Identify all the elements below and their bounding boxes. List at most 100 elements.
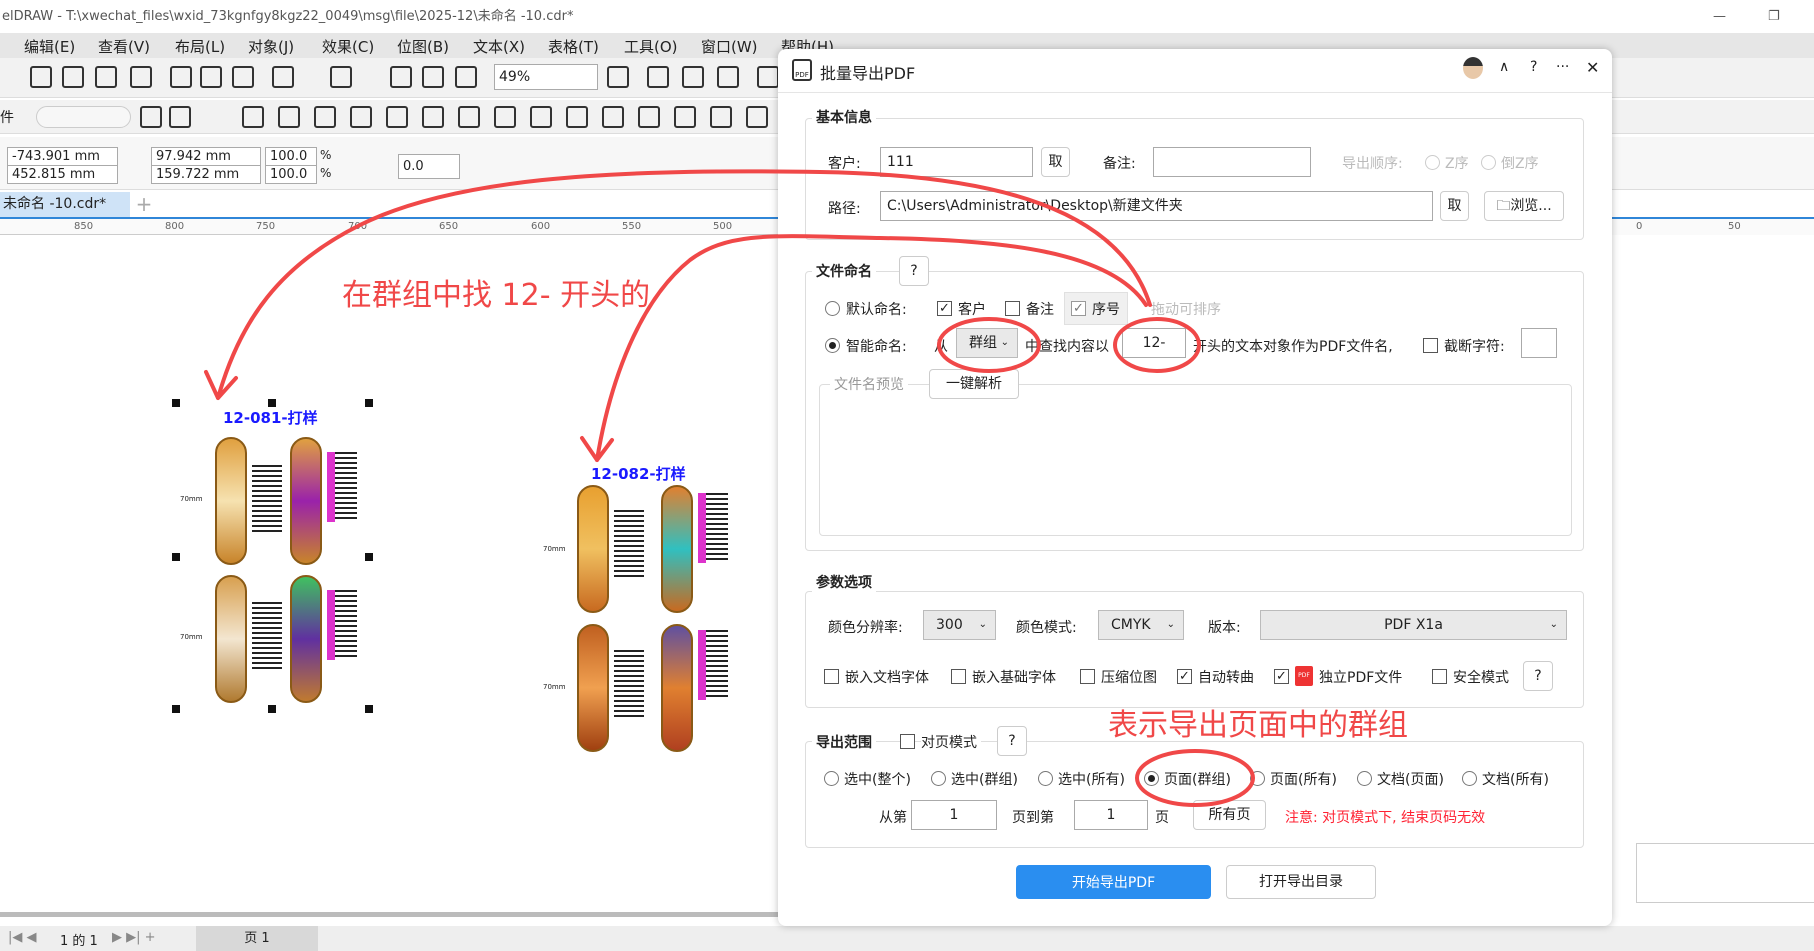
- color-mode-select[interactable]: CMYK ⌄: [1098, 610, 1184, 640]
- menu-item[interactable]: 位图(B): [397, 36, 449, 57]
- import-icon[interactable]: [390, 66, 412, 88]
- selection-handle[interactable]: [172, 553, 180, 561]
- menu-item[interactable]: 工具(O): [624, 36, 678, 57]
- close-doc-icon[interactable]: [757, 66, 779, 88]
- range-radio[interactable]: [1462, 771, 1477, 786]
- clock-icon[interactable]: [140, 106, 162, 128]
- more-icon[interactable]: ···: [1556, 59, 1569, 75]
- selection-handle[interactable]: [365, 399, 373, 407]
- selection-handle[interactable]: [172, 399, 180, 407]
- rotation-field[interactable]: 0.0: [398, 154, 460, 179]
- menu-item[interactable]: 效果(C): [322, 36, 374, 57]
- copy-icon[interactable]: [200, 66, 222, 88]
- range-radio[interactable]: [1038, 771, 1053, 786]
- menu-item[interactable]: 窗口(W): [701, 36, 758, 57]
- redo-icon[interactable]: [330, 66, 352, 88]
- facing-pages-checkbox[interactable]: [900, 734, 915, 749]
- to-page-input[interactable]: 1: [1074, 800, 1148, 830]
- roll-icon[interactable]: [566, 106, 588, 128]
- customer-input[interactable]: 111: [880, 147, 1033, 177]
- selection-handle[interactable]: [172, 705, 180, 713]
- z-order-radio[interactable]: [1425, 155, 1440, 170]
- source-select[interactable]: 群组 ⌄: [956, 328, 1018, 358]
- truncate-checkbox[interactable]: [1423, 338, 1438, 353]
- search-input[interactable]: [36, 106, 131, 128]
- resolution-select[interactable]: 300 ⌄: [923, 610, 996, 640]
- zoom-fit-icon[interactable]: [607, 66, 629, 88]
- page-next-icons[interactable]: ▶ ▶| +: [112, 930, 156, 945]
- horizontal-scrollbar[interactable]: [0, 912, 778, 917]
- range-radio[interactable]: [1250, 771, 1265, 786]
- copy-format-icon[interactable]: [170, 66, 192, 88]
- export-icon[interactable]: [422, 66, 444, 88]
- grid-icon[interactable]: [682, 66, 704, 88]
- all-pages-button[interactable]: 所有页: [1193, 800, 1266, 830]
- y-position-field[interactable]: 452.815 mm: [7, 165, 118, 184]
- customer-checkbox[interactable]: ✓: [937, 301, 952, 316]
- frame-icon[interactable]: [386, 106, 408, 128]
- help-icon[interactable]: ?: [1530, 59, 1537, 75]
- page-tab[interactable]: 页 1: [196, 926, 318, 951]
- open-export-folder-button[interactable]: 打开导出目录: [1226, 865, 1376, 899]
- cloud-download-icon[interactable]: [62, 66, 84, 88]
- menu-item[interactable]: 布局(L): [175, 36, 225, 57]
- zoom-select[interactable]: 49%: [494, 64, 598, 90]
- menu-item[interactable]: 查看(V): [98, 36, 150, 57]
- page-nav-icons[interactable]: |◀ ◀: [8, 930, 37, 945]
- menu-item[interactable]: 文本(X): [473, 36, 525, 57]
- undo-icon[interactable]: [272, 66, 294, 88]
- selection-handle[interactable]: [365, 553, 373, 561]
- magic-icon[interactable]: [530, 106, 552, 128]
- embed-base-fonts-checkbox[interactable]: [951, 669, 966, 684]
- parse-button[interactable]: 一键解析: [929, 369, 1019, 399]
- guidelines-icon[interactable]: [717, 66, 739, 88]
- square-icon[interactable]: [602, 106, 624, 128]
- prefix-input[interactable]: 12-: [1122, 328, 1186, 358]
- restore-button[interactable]: ❐: [1768, 0, 1780, 33]
- rulers-icon[interactable]: [647, 66, 669, 88]
- default-naming-radio[interactable]: [825, 301, 840, 316]
- smart-naming-radio[interactable]: [825, 338, 840, 353]
- x-position-field[interactable]: -743.901 mm: [7, 147, 118, 166]
- from-page-input[interactable]: 1: [911, 800, 997, 830]
- scale-x-field[interactable]: 100.0: [265, 147, 317, 166]
- selection-handle[interactable]: [268, 399, 276, 407]
- cloud-upload-icon[interactable]: [95, 66, 117, 88]
- selection-handle[interactable]: [365, 705, 373, 713]
- add-tab-button[interactable]: +: [132, 192, 156, 217]
- print-icon[interactable]: [130, 66, 152, 88]
- compress-bitmap-checkbox[interactable]: [1080, 669, 1095, 684]
- safe-mode-checkbox[interactable]: [1432, 669, 1447, 684]
- sequence-checkbox[interactable]: ✓: [1071, 301, 1086, 316]
- menu-item[interactable]: 对象(J): [248, 36, 294, 57]
- separate-pdf-checkbox[interactable]: ✓: [1274, 669, 1289, 684]
- save-icon[interactable]: [30, 66, 52, 88]
- minimize-button[interactable]: —: [1713, 0, 1726, 33]
- auto-curve-checkbox[interactable]: ✓: [1177, 669, 1192, 684]
- path-input[interactable]: C:\Users\Administrator\Desktop\新建文件夹: [880, 191, 1433, 221]
- edit-icon[interactable]: [494, 106, 516, 128]
- range-radio[interactable]: [1357, 771, 1372, 786]
- height-field[interactable]: 159.722 mm: [151, 165, 261, 184]
- note-checkbox[interactable]: [1005, 301, 1020, 316]
- image-icon[interactable]: [314, 106, 336, 128]
- reverse-z-order-radio[interactable]: [1481, 155, 1496, 170]
- pdf-down-icon[interactable]: [710, 106, 732, 128]
- truncate-input[interactable]: [1521, 328, 1557, 358]
- range-radio[interactable]: [824, 771, 839, 786]
- embed-doc-fonts-checkbox[interactable]: [824, 669, 839, 684]
- sort-icon[interactable]: [169, 106, 191, 128]
- range-radio[interactable]: [1144, 771, 1159, 786]
- menu-item[interactable]: 表格(T): [548, 36, 599, 57]
- paste-icon[interactable]: [232, 66, 254, 88]
- params-help-button[interactable]: ?: [1523, 661, 1553, 691]
- take-path-button[interactable]: 取: [1440, 191, 1469, 221]
- range-radio[interactable]: [931, 771, 946, 786]
- char-icon[interactable]: [746, 106, 768, 128]
- scale-y-field[interactable]: 100.0: [265, 165, 317, 184]
- avatar[interactable]: [1463, 57, 1483, 79]
- selection-handle[interactable]: [268, 705, 276, 713]
- node-icon[interactable]: [674, 106, 696, 128]
- barcode-icon[interactable]: [350, 106, 372, 128]
- network-icon[interactable]: [422, 106, 444, 128]
